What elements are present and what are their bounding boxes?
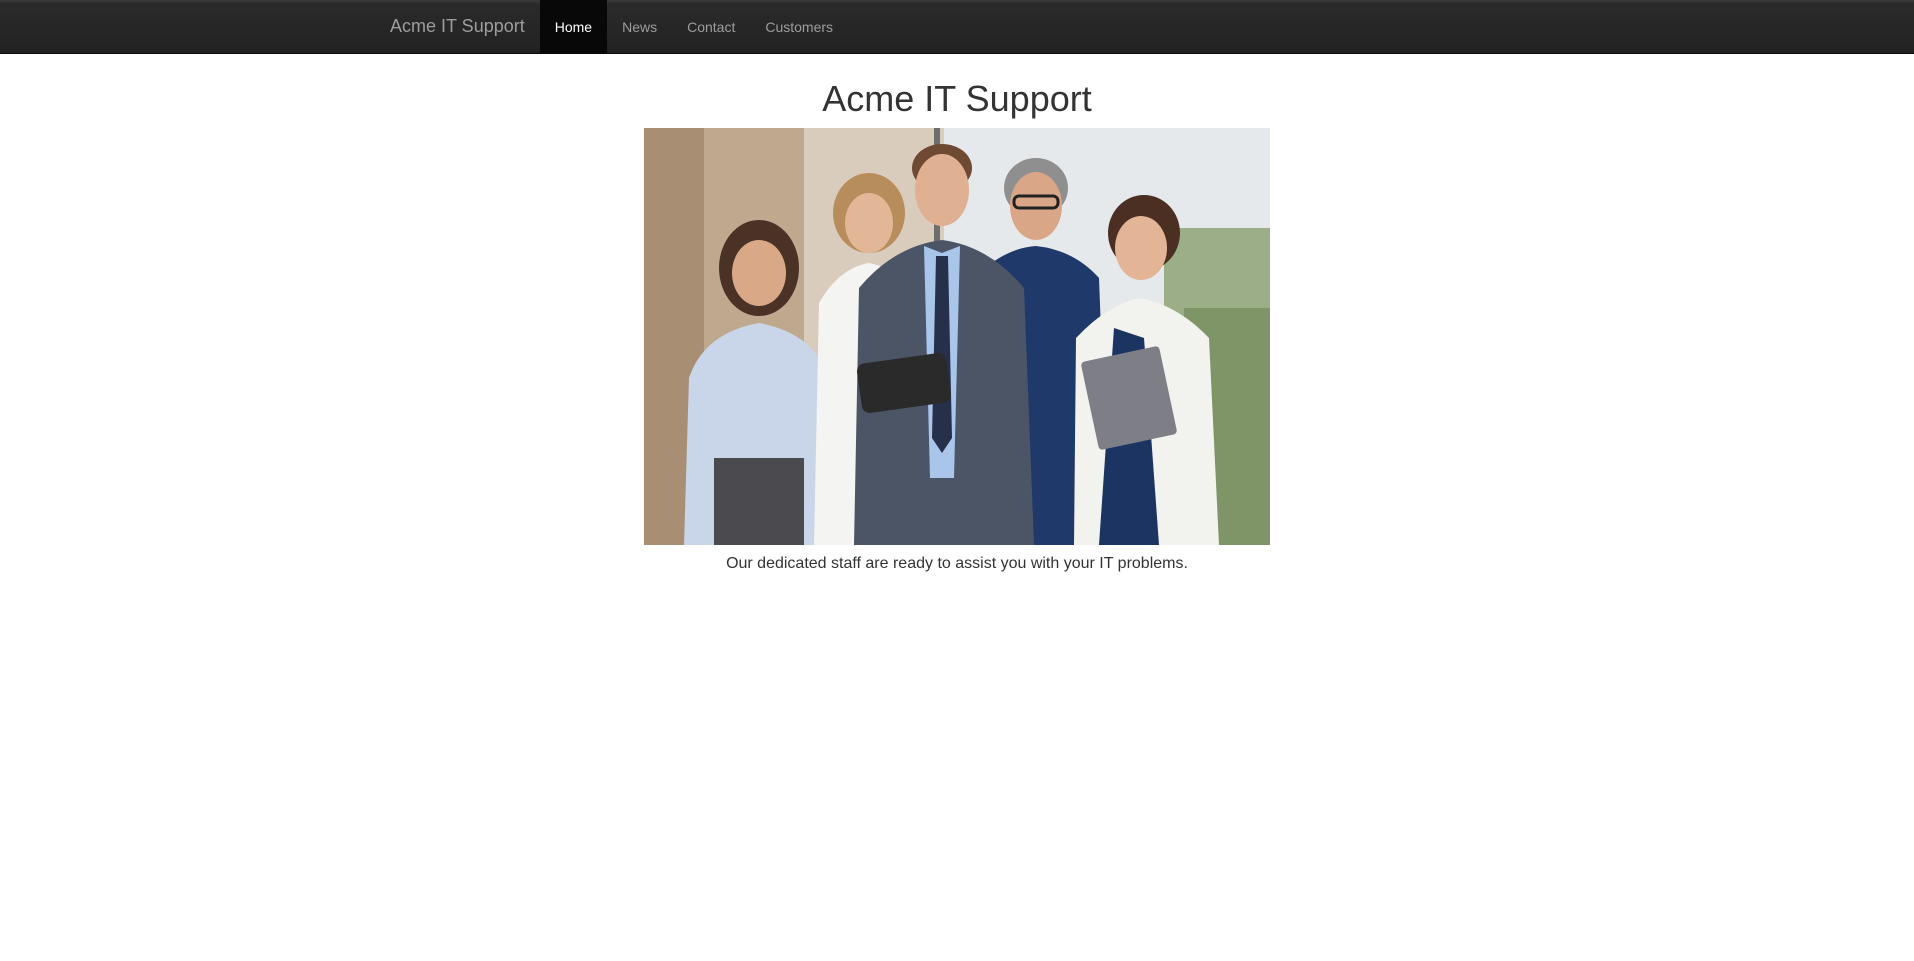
team-photo-illustration xyxy=(644,127,1270,545)
nav-item-news[interactable]: News xyxy=(607,0,672,53)
nav-item-home[interactable]: Home xyxy=(539,0,608,53)
page-title: Acme IT Support xyxy=(822,78,1092,119)
main-content: Acme IT Support Our dedicated staff are … xyxy=(0,54,1914,573)
nav-item-contact[interactable]: Contact xyxy=(672,0,750,53)
navbar-brand-link[interactable]: Acme IT Support xyxy=(375,0,540,53)
hero-caption: Our dedicated staff are ready to assist … xyxy=(726,554,1188,572)
navbar-container: Acme IT Support Home News Contact Custom… xyxy=(375,0,848,53)
navbar: Acme IT Support Home News Contact Custom… xyxy=(0,0,1914,54)
hero-team-photo xyxy=(644,127,1270,545)
nav-item-customers[interactable]: Customers xyxy=(750,0,848,53)
